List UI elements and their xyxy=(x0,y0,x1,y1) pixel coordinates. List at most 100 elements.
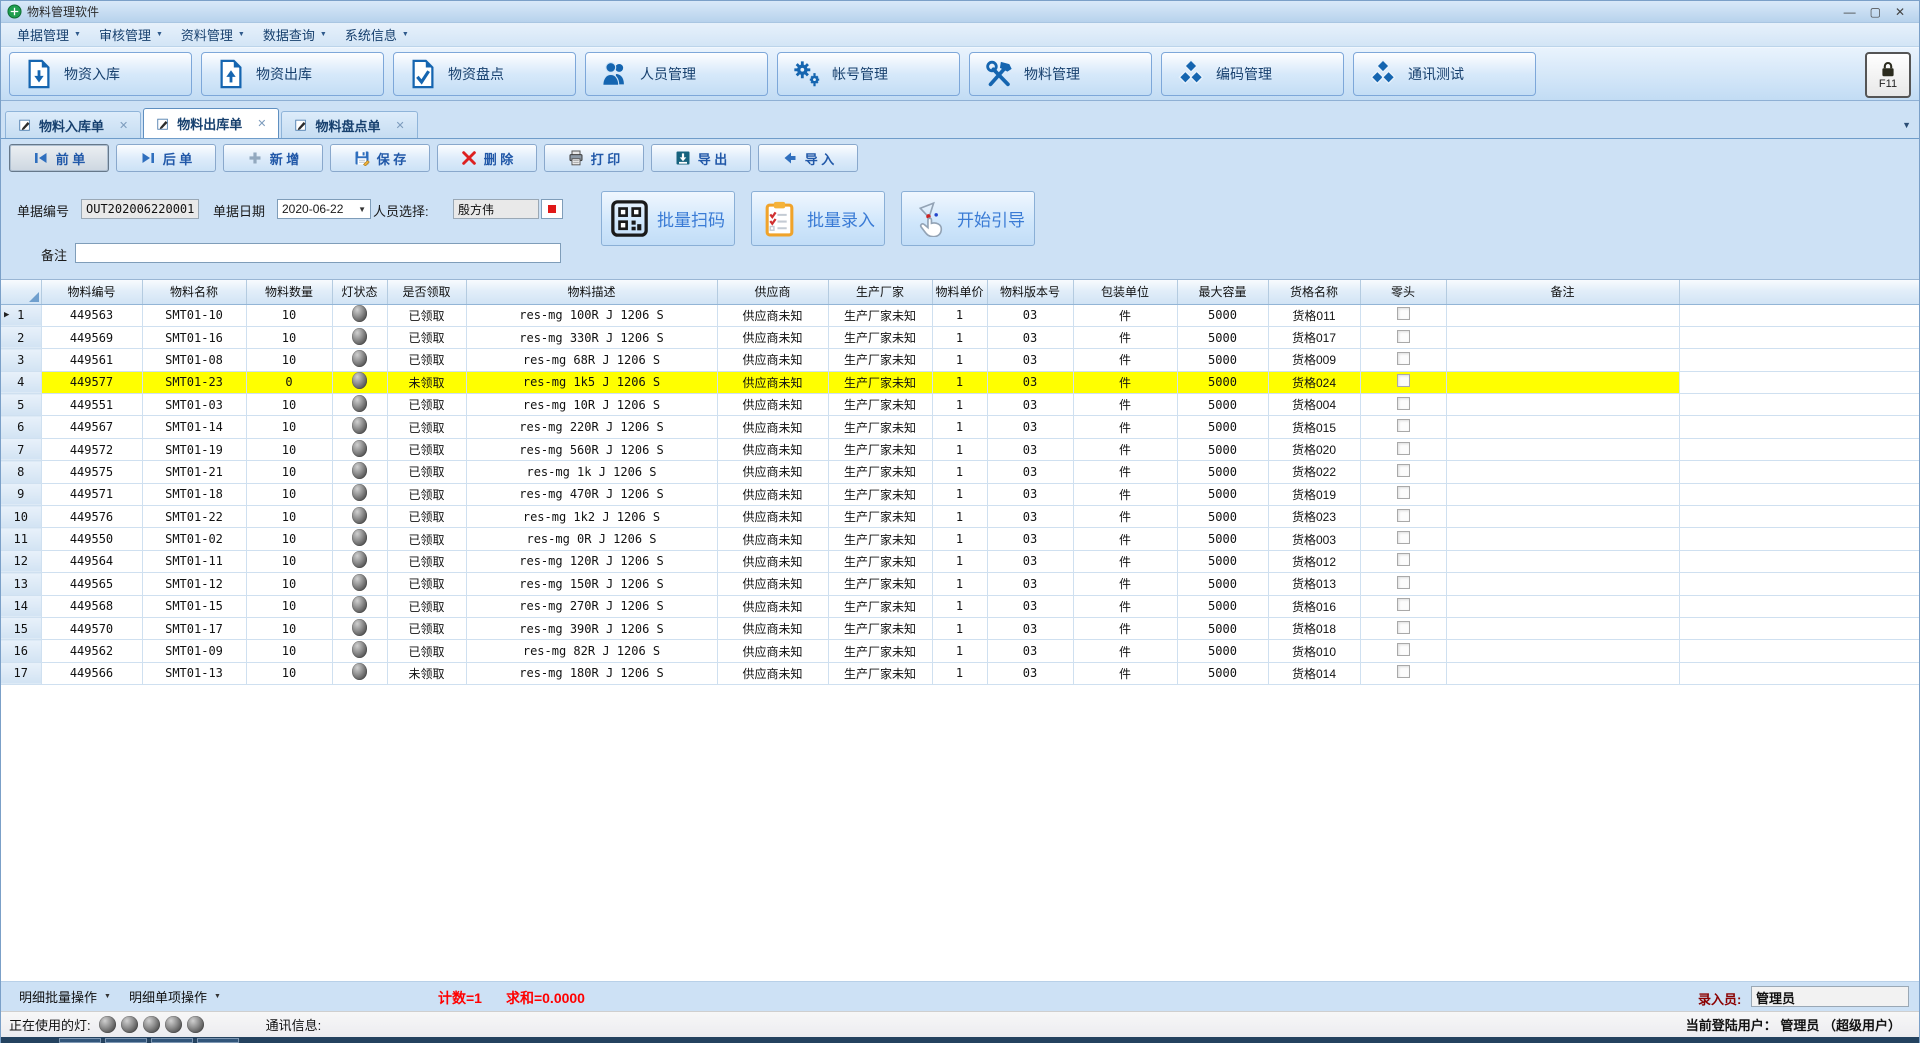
column-header-最大容量[interactable]: 最大容量 xyxy=(1177,280,1268,304)
cell-lamp[interactable] xyxy=(332,506,387,528)
table-row[interactable]: 15449570SMT01-1710已领取res-mg 390R J 1206 … xyxy=(1,617,1919,639)
fraction-checkbox[interactable] xyxy=(1397,442,1410,455)
edit-button-后单[interactable]: 后 单 xyxy=(116,144,216,172)
cell-description[interactable]: res-mg 220R J 1206 S xyxy=(466,416,717,438)
column-header-灯状态[interactable]: 灯状态 xyxy=(332,280,387,304)
cell-capacity[interactable]: 5000 xyxy=(1177,528,1268,550)
fraction-checkbox[interactable] xyxy=(1397,374,1410,387)
cell-qty[interactable]: 10 xyxy=(246,617,332,639)
cell-fraction[interactable] xyxy=(1360,438,1446,460)
cell-code[interactable]: 449576 xyxy=(41,506,142,528)
table-row[interactable]: 3449561SMT01-0810已领取res-mg 68R J 1206 S供… xyxy=(1,349,1919,371)
cell-price[interactable]: 1 xyxy=(932,528,987,550)
cell-supplier[interactable]: 供应商未知 xyxy=(717,595,828,617)
cell-price[interactable]: 1 xyxy=(932,326,987,348)
select-all-header[interactable] xyxy=(1,280,41,304)
table-row[interactable]: 11449550SMT01-0210已领取res-mg 0R J 1206 S供… xyxy=(1,528,1919,550)
cell-price[interactable]: 1 xyxy=(932,483,987,505)
table-row[interactable]: 12449564SMT01-1110已领取res-mg 120R J 1206 … xyxy=(1,550,1919,572)
cell-received[interactable]: 已领取 xyxy=(387,416,466,438)
cell-received[interactable]: 已领取 xyxy=(387,304,466,326)
cell-capacity[interactable]: 5000 xyxy=(1177,349,1268,371)
cell-qty[interactable]: 10 xyxy=(246,416,332,438)
maximize-button[interactable]: ▢ xyxy=(1870,6,1881,18)
cell-name[interactable]: SMT01-03 xyxy=(142,394,246,416)
row-selector[interactable]: ▶1 xyxy=(1,304,41,326)
cell-shelf[interactable]: 货格013 xyxy=(1268,573,1360,595)
cell-supplier[interactable]: 供应商未知 xyxy=(717,461,828,483)
table-row[interactable]: 8449575SMT01-2110已领取res-mg 1k J 1206 S供应… xyxy=(1,461,1919,483)
edit-button-打印[interactable]: 打 印 xyxy=(544,144,644,172)
cell-fraction[interactable] xyxy=(1360,506,1446,528)
cell-code[interactable]: 449571 xyxy=(41,483,142,505)
cell-version[interactable]: 03 xyxy=(987,595,1073,617)
cell-qty[interactable]: 10 xyxy=(246,550,332,572)
column-header-物料名称[interactable]: 物料名称 xyxy=(142,280,246,304)
cell-lamp[interactable] xyxy=(332,416,387,438)
cell-fraction[interactable] xyxy=(1360,304,1446,326)
cell-code[interactable]: 449550 xyxy=(41,528,142,550)
menu-item-1[interactable]: 单据管理▼ xyxy=(9,23,91,46)
cell-shelf[interactable]: 货格019 xyxy=(1268,483,1360,505)
cell-qty[interactable]: 10 xyxy=(246,528,332,550)
cell-manufacturer[interactable]: 生产厂家未知 xyxy=(828,483,932,505)
toolbar-button-物资入库[interactable]: 物资入库 xyxy=(9,52,192,96)
cell-capacity[interactable]: 5000 xyxy=(1177,461,1268,483)
cell-version[interactable]: 03 xyxy=(987,304,1073,326)
cell-code[interactable]: 449564 xyxy=(41,550,142,572)
column-header-备注[interactable]: 备注 xyxy=(1446,280,1679,304)
table-row[interactable]: 13449565SMT01-1210已领取res-mg 150R J 1206 … xyxy=(1,573,1919,595)
toolbar-button-物资盘点[interactable]: 物资盘点 xyxy=(393,52,576,96)
tab-物料盘点单[interactable]: 物料盘点单✕ xyxy=(281,111,417,138)
cell-note[interactable] xyxy=(1446,483,1679,505)
cell-capacity[interactable]: 5000 xyxy=(1177,304,1268,326)
cell-unit[interactable]: 件 xyxy=(1073,550,1177,572)
tab-close-icon[interactable]: ✕ xyxy=(119,119,128,132)
cell-lamp[interactable] xyxy=(332,550,387,572)
cell-supplier[interactable]: 供应商未知 xyxy=(717,640,828,662)
cell-received[interactable]: 已领取 xyxy=(387,483,466,505)
cell-unit[interactable]: 件 xyxy=(1073,461,1177,483)
cell-manufacturer[interactable]: 生产厂家未知 xyxy=(828,506,932,528)
cell-price[interactable]: 1 xyxy=(932,394,987,416)
cell-shelf[interactable]: 货格010 xyxy=(1268,640,1360,662)
cell-lamp[interactable] xyxy=(332,438,387,460)
cell-name[interactable]: SMT01-13 xyxy=(142,662,246,684)
fraction-checkbox[interactable] xyxy=(1397,598,1410,611)
cell-lamp[interactable] xyxy=(332,371,387,393)
cell-fraction[interactable] xyxy=(1360,640,1446,662)
row-selector[interactable]: 4 xyxy=(1,371,41,393)
cell-price[interactable]: 1 xyxy=(932,550,987,572)
cell-description[interactable]: res-mg 1k J 1206 S xyxy=(466,461,717,483)
cell-description[interactable]: res-mg 330R J 1206 S xyxy=(466,326,717,348)
fraction-checkbox[interactable] xyxy=(1397,509,1410,522)
column-header-包装单位[interactable]: 包装单位 xyxy=(1073,280,1177,304)
cell-code[interactable]: 449575 xyxy=(41,461,142,483)
cell-name[interactable]: SMT01-23 xyxy=(142,371,246,393)
row-selector[interactable]: 9 xyxy=(1,483,41,505)
cell-note[interactable] xyxy=(1446,506,1679,528)
table-row[interactable]: 17449566SMT01-1310未领取res-mg 180R J 1206 … xyxy=(1,662,1919,684)
fraction-checkbox[interactable] xyxy=(1397,352,1410,365)
table-row[interactable]: 4449577SMT01-230未领取res-mg 1k5 J 1206 S供应… xyxy=(1,371,1919,393)
cell-qty[interactable]: 10 xyxy=(246,483,332,505)
cell-price[interactable]: 1 xyxy=(932,461,987,483)
cell-version[interactable]: 03 xyxy=(987,617,1073,639)
cell-shelf[interactable]: 货格015 xyxy=(1268,416,1360,438)
cell-fraction[interactable] xyxy=(1360,326,1446,348)
tab-close-icon[interactable]: ✕ xyxy=(395,119,404,132)
table-row[interactable]: 5449551SMT01-0310已领取res-mg 10R J 1206 S供… xyxy=(1,394,1919,416)
action-button-开始引导[interactable]: 开始引导 xyxy=(901,191,1035,246)
cell-capacity[interactable]: 5000 xyxy=(1177,662,1268,684)
cell-version[interactable]: 03 xyxy=(987,461,1073,483)
column-header-物料数量[interactable]: 物料数量 xyxy=(246,280,332,304)
cell-description[interactable]: res-mg 150R J 1206 S xyxy=(466,573,717,595)
cell-manufacturer[interactable]: 生产厂家未知 xyxy=(828,461,932,483)
cell-description[interactable]: res-mg 120R J 1206 S xyxy=(466,550,717,572)
edit-button-保存[interactable]: 保 存 xyxy=(330,144,430,172)
toolbar-button-物资出库[interactable]: 物资出库 xyxy=(201,52,384,96)
fraction-checkbox[interactable] xyxy=(1397,419,1410,432)
cell-supplier[interactable]: 供应商未知 xyxy=(717,617,828,639)
cell-unit[interactable]: 件 xyxy=(1073,438,1177,460)
cell-received[interactable]: 未领取 xyxy=(387,371,466,393)
